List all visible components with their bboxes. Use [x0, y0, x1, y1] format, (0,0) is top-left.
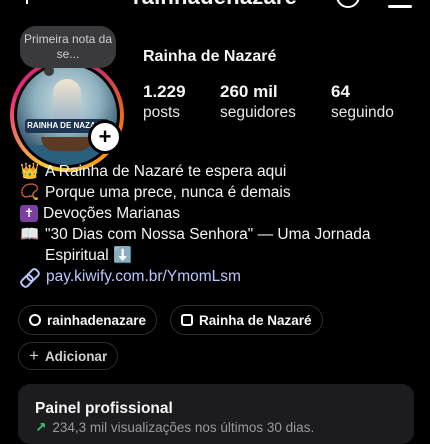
book-icon: 📖: [20, 226, 40, 243]
threads-chip[interactable]: rainhadenazare: [18, 305, 158, 335]
bio-text: Porque uma prece, nunca é demais: [45, 184, 291, 201]
bio-line: ✝ Devoções Marianas: [20, 203, 420, 224]
display-name: Rainha de Nazaré: [143, 48, 277, 65]
dashboard-title: Painel profissional: [35, 400, 173, 417]
add-story-button[interactable]: +: [88, 120, 122, 154]
note-bubble[interactable]: Primeira nota da se...: [20, 26, 116, 76]
bio-text: Devoções Marianas: [43, 205, 180, 222]
bio-link[interactable]: pay.kiwify.com.br/YmomLsm: [20, 268, 241, 286]
add-button[interactable]: + Adicionar: [18, 342, 119, 370]
bio-text: "30 Dias com Nossa Senhora" — Uma Jornad…: [45, 226, 371, 264]
plus-icon: +: [29, 346, 39, 365]
hamburger-menu-icon[interactable]: [388, 0, 412, 14]
dashboard-subtitle-text: 234,3 mil visualizações nos últimos 30 d…: [52, 420, 315, 435]
stat-value: 64: [331, 82, 350, 101]
avatar-story-ring[interactable]: RAINHA DE NAZARÉ: [10, 58, 124, 172]
bio-link-text[interactable]: pay.kiwify.com.br/YmomLsm: [46, 268, 241, 286]
bio: 👑 A Rainha de Nazaré te espera aqui 📿 Po…: [20, 161, 420, 266]
profile-username[interactable]: rainhadenazare: [0, 0, 430, 10]
channel-chip-label: Rainha de Nazaré: [199, 312, 312, 328]
avatar-boat: [41, 137, 93, 151]
stat-following[interactable]: 64 seguindo: [331, 82, 394, 122]
add-button-label: Adicionar: [44, 348, 108, 364]
dashboard-subtitle: ↗ 234,3 mil visualizações nos últimos 30…: [35, 420, 314, 436]
chat-bubble-icon: [181, 314, 193, 326]
bio-text: A Rainha de Nazaré te espera aqui: [45, 163, 287, 180]
crown-icon: 👑: [20, 163, 40, 180]
cross-icon: ✝: [20, 205, 38, 222]
top-bar: rainhadenazare: [0, 0, 430, 12]
link-icon: [20, 268, 38, 286]
channel-chip[interactable]: Rainha de Nazaré: [170, 305, 323, 335]
stat-posts[interactable]: 1.229 posts: [143, 82, 186, 122]
stat-label: posts: [143, 104, 181, 121]
threads-icon: [29, 314, 41, 326]
stat-followers[interactable]: 260 mil seguidores: [220, 82, 296, 122]
bio-line: 📿 Porque uma prece, nunca é demais: [20, 182, 420, 203]
bio-line: 📖 "30 Dias com Nossa Senhora" — Uma Jorn…: [20, 224, 420, 266]
stat-label: seguindo: [331, 104, 394, 121]
professional-dashboard[interactable]: Painel profissional ↗ 234,3 mil visualiz…: [18, 384, 414, 444]
plus-icon: +: [98, 124, 112, 149]
stat-label: seguidores: [220, 104, 296, 121]
stat-value: 1.229: [143, 82, 186, 101]
trend-up-icon: ↗: [35, 420, 47, 435]
stat-value: 260 mil: [220, 82, 278, 101]
threads-chip-label: rainhadenazare: [47, 312, 147, 328]
prayer-beads-icon: 📿: [20, 184, 40, 201]
bio-line: 👑 A Rainha de Nazaré te espera aqui: [20, 161, 420, 182]
